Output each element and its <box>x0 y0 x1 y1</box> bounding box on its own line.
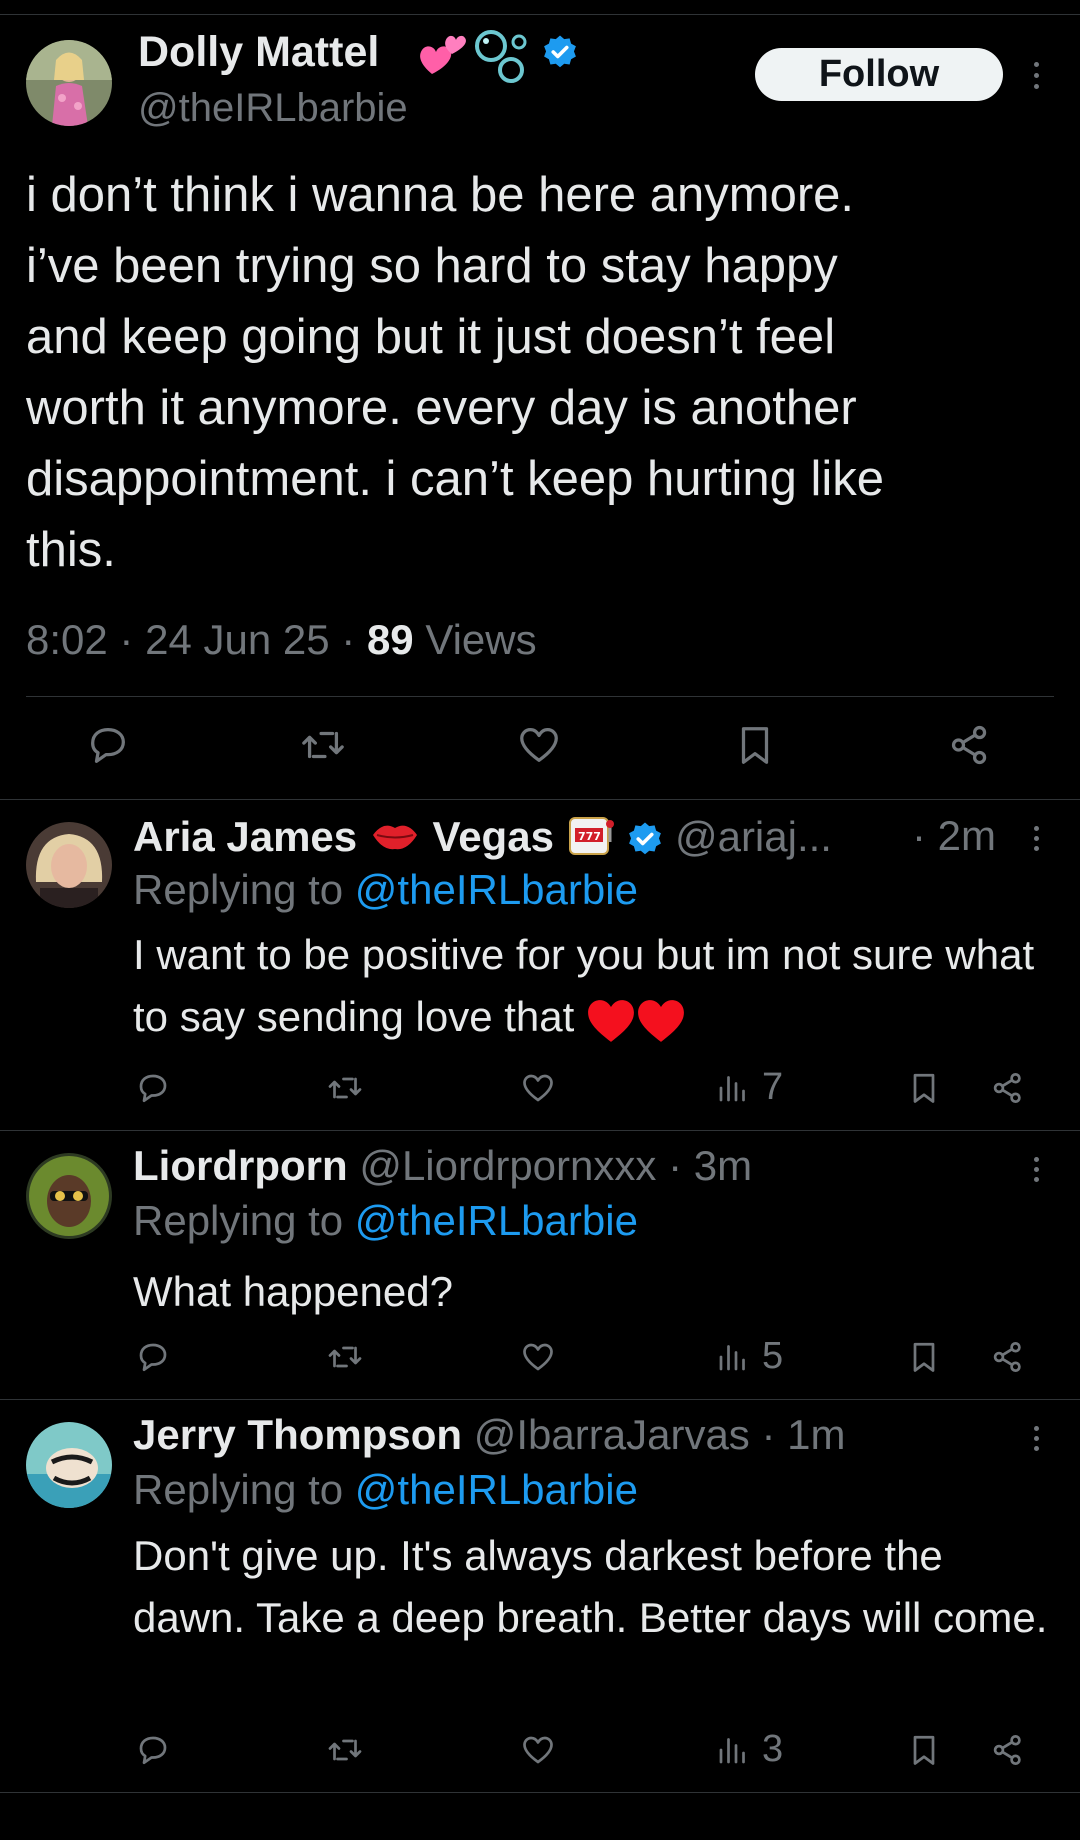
reply-author-handle[interactable]: @ariaj... <box>675 813 832 860</box>
divider <box>26 696 1054 697</box>
reply-text: What happened? <box>133 1268 453 1315</box>
main-tweet: Dolly Mattel @theIRLbarbie Follow i don’… <box>0 0 1080 800</box>
reply-text-content: I want to be positive for you but im not… <box>133 931 1035 1040</box>
reply-time[interactable]: · 3m <box>668 1142 752 1189</box>
reply-item[interactable]: Jerry Thompson @IbarraJarvas · 1m Replyi… <box>0 1400 1080 1792</box>
views-icon[interactable] <box>715 1339 751 1375</box>
tweet-time[interactable]: 8:02 <box>26 616 108 663</box>
retweet-icon[interactable] <box>327 1339 363 1375</box>
like-icon[interactable] <box>516 722 562 768</box>
svg-text:777: 777 <box>578 830 601 843</box>
tweet-meta: 8:02 · 24 Jun 25 · 89 Views <box>26 616 537 664</box>
replying-to-handle[interactable]: @theIRLbarbie <box>355 1466 638 1513</box>
retweet-icon[interactable] <box>327 1732 363 1768</box>
views-count: 3 <box>762 1728 784 1770</box>
reply-header: Jerry Thompson @IbarraJarvas · 1m <box>133 1411 845 1459</box>
reply-avatar[interactable] <box>26 1153 112 1239</box>
bubbles-emoji-icon <box>471 28 529 89</box>
tweet-date[interactable]: 24 Jun 25 <box>145 616 330 663</box>
views-count: 5 <box>762 1335 784 1377</box>
verified-badge-icon <box>627 813 663 861</box>
like-icon[interactable] <box>520 1732 556 1768</box>
reply-icon[interactable] <box>135 1070 171 1106</box>
reply-icon[interactable] <box>135 1732 171 1768</box>
replying-to: Replying to @theIRLbarbie <box>133 1197 638 1245</box>
share-icon[interactable] <box>990 1339 1026 1375</box>
reply-text: I want to be positive for you but im not… <box>133 924 1053 1051</box>
tweet-actions <box>0 722 1080 774</box>
replying-to: Replying to @theIRLbarbie <box>133 1466 638 1514</box>
replying-to-label: Replying to <box>133 1197 344 1244</box>
share-icon[interactable] <box>990 1732 1026 1768</box>
red-heart-emoji-icon <box>586 989 636 1051</box>
reply-item[interactable]: Liordrporn @Liordrpornxxx · 3m Replying … <box>0 1131 1080 1399</box>
reply-item[interactable]: Aria James Vegas 777 @ariaj... · 2m Repl… <box>0 800 1080 1130</box>
share-icon[interactable] <box>990 1070 1026 1106</box>
reply-actions: 5 <box>0 1335 1080 1383</box>
retweet-icon[interactable] <box>300 722 346 768</box>
tweet-text: i don’t think i wanna be here anymore. i… <box>26 168 885 577</box>
slot-machine-emoji-icon: 777 <box>566 812 616 868</box>
replying-to-handle[interactable]: @theIRLbarbie <box>355 866 638 913</box>
reply-time[interactable]: · 1m <box>761 1411 845 1458</box>
replying-to-label: Replying to <box>133 1466 344 1513</box>
bookmark-icon[interactable] <box>906 1339 942 1375</box>
bookmark-icon[interactable] <box>906 1732 942 1768</box>
reply-author-handle[interactable]: @IbarraJarvas <box>474 1411 750 1458</box>
reply-text: Don't give up. It's always darkest befor… <box>133 1532 1048 1641</box>
verified-badge-icon <box>542 34 578 75</box>
replying-to: Replying to @theIRLbarbie <box>133 866 638 914</box>
reply-time[interactable]: · 2m <box>912 812 996 860</box>
reply-author-handle[interactable]: @Liordrpornxxx <box>359 1142 656 1189</box>
bookmark-icon[interactable] <box>732 722 778 768</box>
reply-header: Aria James Vegas 777 @ariaj... <box>133 812 832 868</box>
red-heart-emoji-icon <box>636 989 686 1051</box>
replying-to-handle[interactable]: @theIRLbarbie <box>355 1197 638 1244</box>
reply-actions: 7 <box>0 1066 1080 1114</box>
reply-icon[interactable] <box>85 722 131 768</box>
retweet-icon[interactable] <box>327 1070 363 1106</box>
views-icon[interactable] <box>715 1732 751 1768</box>
bookmark-icon[interactable] <box>906 1070 942 1106</box>
reply-author-name[interactable]: Liordrporn <box>133 1142 348 1189</box>
meta-separator: · <box>341 616 356 663</box>
meta-separator: · <box>119 616 134 663</box>
reply-avatar[interactable] <box>26 1422 112 1508</box>
like-icon[interactable] <box>520 1339 556 1375</box>
reply-icon[interactable] <box>135 1339 171 1375</box>
author-name[interactable]: Dolly Mattel <box>138 28 379 77</box>
views-count[interactable]: 89 <box>367 616 414 663</box>
more-options-icon[interactable] <box>1027 1153 1047 1193</box>
like-icon[interactable] <box>520 1070 556 1106</box>
reply-header: Liordrporn @Liordrpornxxx · 3m <box>133 1142 752 1190</box>
share-icon[interactable] <box>947 722 993 768</box>
lips-emoji-icon <box>369 815 421 865</box>
author-avatar[interactable] <box>26 40 112 126</box>
views-icon[interactable] <box>715 1070 751 1106</box>
more-options-icon[interactable] <box>1027 1422 1047 1462</box>
views-label: Views <box>425 616 537 663</box>
divider <box>0 1792 1080 1793</box>
reply-author-name-suffix[interactable]: Vegas <box>433 813 554 860</box>
reply-actions: 3 <box>0 1728 1080 1776</box>
more-options-icon[interactable] <box>1027 822 1047 862</box>
follow-button[interactable]: Follow <box>755 48 1003 101</box>
reply-avatar[interactable] <box>26 822 112 908</box>
views-count: 7 <box>762 1066 784 1108</box>
author-handle[interactable]: @theIRLbarbie <box>138 86 408 131</box>
two-hearts-emoji-icon <box>418 30 470 83</box>
more-options-icon[interactable] <box>1027 56 1047 96</box>
reply-author-name[interactable]: Aria James <box>133 813 357 860</box>
reply-author-name[interactable]: Jerry Thompson <box>133 1411 462 1458</box>
replying-to-label: Replying to <box>133 866 344 913</box>
